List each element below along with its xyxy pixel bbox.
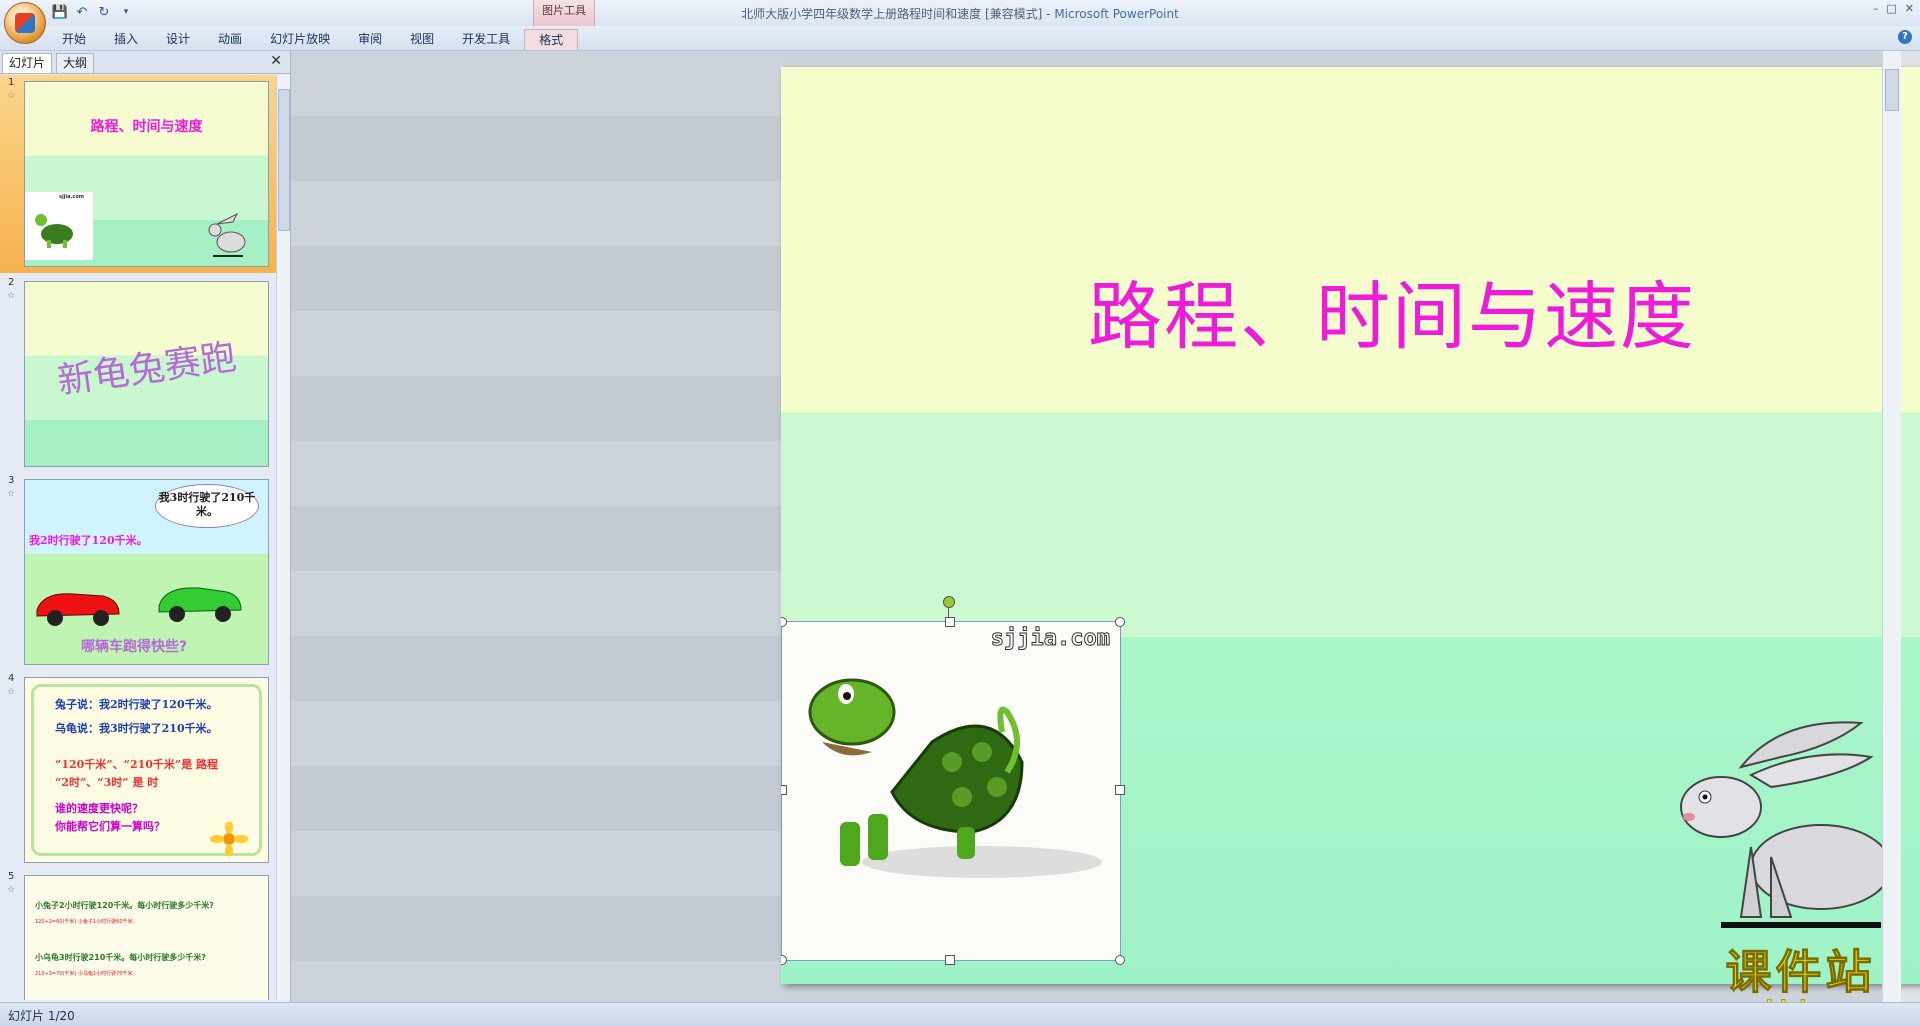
status-bar: 幻灯片 1/20 (0, 1002, 1920, 1026)
turtle-photo: sjjia.com (25, 192, 93, 260)
photo-watermark: sjjia.com (990, 626, 1110, 652)
green-car-icon (158, 587, 242, 622)
tab-insert[interactable]: 插入 (100, 29, 152, 49)
resize-handle-se[interactable] (1115, 955, 1125, 965)
thumb-line: 小兔子2小时行驶120千米。每小时行驶多少千米? (35, 901, 214, 910)
thumb-line: “120千米”、“210千米”是 路程 (55, 758, 219, 771)
tab-slideshow[interactable]: 幻灯片放映 (256, 29, 344, 49)
tab-design[interactable]: 设计 (152, 29, 204, 49)
animation-star-icon: ☆ (7, 291, 16, 301)
thumb-line: 谁的速度更快呢？ (55, 802, 143, 815)
close-button[interactable]: ✕ (1905, 2, 1914, 15)
thumbnail-scrollbar[interactable] (276, 75, 290, 1000)
tab-view[interactable]: 视图 (396, 29, 448, 49)
thumbnail-image: 小兔子2小时行驶120千米。每小时行驶多少千米? 120÷2=60(千米) 小兔… (24, 875, 269, 1000)
thumb-logo: sjjia.com (59, 194, 84, 200)
thumbnail-slide-4[interactable]: 4 ☆ 兔子说：我2时行驶了120千米。 乌龟说：我3时行驶了210千米。 “1… (0, 671, 276, 869)
thumb-line: 乌龟说：我3时行驶了210千米。 (55, 722, 218, 735)
thumb-title: 路程、时间与速度 (90, 119, 203, 135)
ribbon: 开始 插入 设计 动画 幻灯片放映 审阅 视图 开发工具 格式 ? (0, 26, 1920, 51)
turtle-picture[interactable]: sjjia.com (781, 596, 1125, 965)
thumbnail-slide-1[interactable]: 1 ☆ 路程、时间与速度 sjjia.com (0, 75, 276, 273)
watermark-title: 课件站 (1725, 945, 1876, 999)
thumbnail-image: 兔子说：我2时行驶了120千米。 乌龟说：我3时行驶了210千米。 “120千米… (24, 677, 269, 863)
slide-number: 3 (8, 475, 15, 486)
thumb-question: 哪辆车跑得快些? (81, 639, 188, 655)
thumb-line: 小乌龟3时行驶210千米。每小时行驶多少千米? (35, 953, 206, 962)
thumb-line: 兔子说：我2时行驶了120千米。 (55, 698, 218, 711)
window-controls: – □ ✕ (1873, 2, 1914, 15)
resize-handle-w[interactable] (781, 785, 787, 795)
tab-format[interactable]: 格式 (524, 29, 579, 50)
slide-number: 1 (8, 77, 15, 88)
tab-outline[interactable]: 大纲 (56, 53, 95, 73)
slide-counter: 幻灯片 1/20 (8, 1009, 75, 1023)
title-bar: 💾 ↶ ↻ ▾ 图片工具 北师大版小学四年级数学上册路程时间和速度 [兼容模式]… (0, 0, 1920, 44)
tab-review[interactable]: 审阅 (344, 29, 396, 49)
scroll-thumb[interactable] (278, 89, 290, 231)
thumbnail-image: 新龟兔赛跑 (24, 281, 269, 467)
slide-title[interactable]: 路程、时间与速度 (781, 257, 1920, 364)
turtle-icon (808, 678, 1102, 878)
thumb-title: 新龟兔赛跑 (54, 336, 239, 403)
window-title: 北师大版小学四年级数学上册路程时间和速度 [兼容模式] - Microsoft … (0, 5, 1920, 22)
flower-icon (210, 822, 248, 856)
animation-star-icon: ☆ (7, 91, 16, 101)
slide-number: 5 (8, 871, 15, 882)
thumb-line: “2时”、“3时” 是 时 (55, 776, 159, 789)
slides-pane: 幻灯片 大纲 ✕ 1 ☆ 路程、时间与速度 sjjia.com 2 ☆ 新龟兔赛… (0, 51, 291, 1002)
ribbon-tabs: 开始 插入 设计 动画 幻灯片放映 审阅 视图 开发工具 格式 (48, 29, 579, 50)
office-button[interactable] (4, 2, 46, 44)
thumbnail-slide-3[interactable]: 3 ☆ 我3时行驶了210千米。 我2时行驶了120千米。 哪辆车跑得快些? (0, 473, 276, 671)
document-title: 北师大版小学四年级数学上册路程时间和速度 [兼容模式] - (741, 7, 1055, 21)
close-pane-icon[interactable]: ✕ (270, 53, 282, 69)
rotate-handle[interactable] (943, 596, 955, 608)
scroll-thumb[interactable] (1885, 69, 1899, 111)
resize-handle-s[interactable] (945, 955, 955, 965)
editor-scrollbar[interactable] (1882, 51, 1901, 1002)
animation-star-icon: ☆ (7, 687, 16, 697)
help-icon[interactable]: ? (1898, 30, 1912, 44)
thumbnail-slide-5[interactable]: 5 ☆ 小兔子2小时行驶120千米。每小时行驶多少千米? 120÷2=60(千米… (0, 869, 276, 1000)
slide-editor: 路程、时间与速度 sjjia.com (291, 51, 1920, 1002)
slide-number: 4 (8, 673, 15, 684)
thumbnail-image: 我3时行驶了210千米。 我2时行驶了120千米。 哪辆车跑得快些? (24, 479, 269, 665)
resize-handle-e[interactable] (1115, 785, 1125, 795)
turtle-icon (35, 214, 73, 248)
tab-home[interactable]: 开始 (48, 29, 100, 49)
current-slide[interactable]: 路程、时间与速度 sjjia.com (781, 67, 1920, 984)
thumb-line: 120÷2=60(千米) 小兔子1小时行驶60千米。 (35, 919, 138, 925)
tab-developer[interactable]: 开发工具 (448, 29, 524, 49)
speech-bubble: 我3时行驶了210千米。 (155, 484, 259, 528)
office-logo-icon (15, 13, 35, 33)
thumb-line: 你能帮它们算一算吗？ (55, 820, 165, 833)
thumb-line: 我2时行驶了120千米。 (29, 534, 148, 547)
tab-slides[interactable]: 幻灯片 (2, 53, 53, 73)
rabbit-icon (208, 212, 246, 257)
resize-handle-n[interactable] (945, 617, 955, 627)
thumbnail-image: 路程、时间与速度 sjjia.com (24, 81, 269, 267)
animation-star-icon: ☆ (7, 489, 16, 499)
resize-handle-sw[interactable] (781, 955, 787, 965)
pane-tabs: 幻灯片 大纲 ✕ (0, 51, 290, 74)
animation-star-icon: ☆ (7, 885, 16, 895)
slide-number: 2 (8, 277, 15, 288)
thumb-line: 210÷3=70(千米) 小乌龟1小时行驶70千米。 (35, 971, 138, 977)
minimize-button[interactable]: – (1873, 2, 1879, 15)
red-car-icon (36, 593, 120, 626)
restore-button[interactable]: □ (1886, 2, 1896, 15)
resize-handle-ne[interactable] (1115, 617, 1125, 627)
app-name: Microsoft PowerPoint (1054, 7, 1179, 21)
tab-animations[interactable]: 动画 (204, 29, 256, 49)
thumbnail-list: 1 ☆ 路程、时间与速度 sjjia.com 2 ☆ 新龟兔赛跑 3 ☆ 我3时… (0, 75, 276, 1000)
thumbnail-slide-2[interactable]: 2 ☆ 新龟兔赛跑 (0, 275, 276, 473)
